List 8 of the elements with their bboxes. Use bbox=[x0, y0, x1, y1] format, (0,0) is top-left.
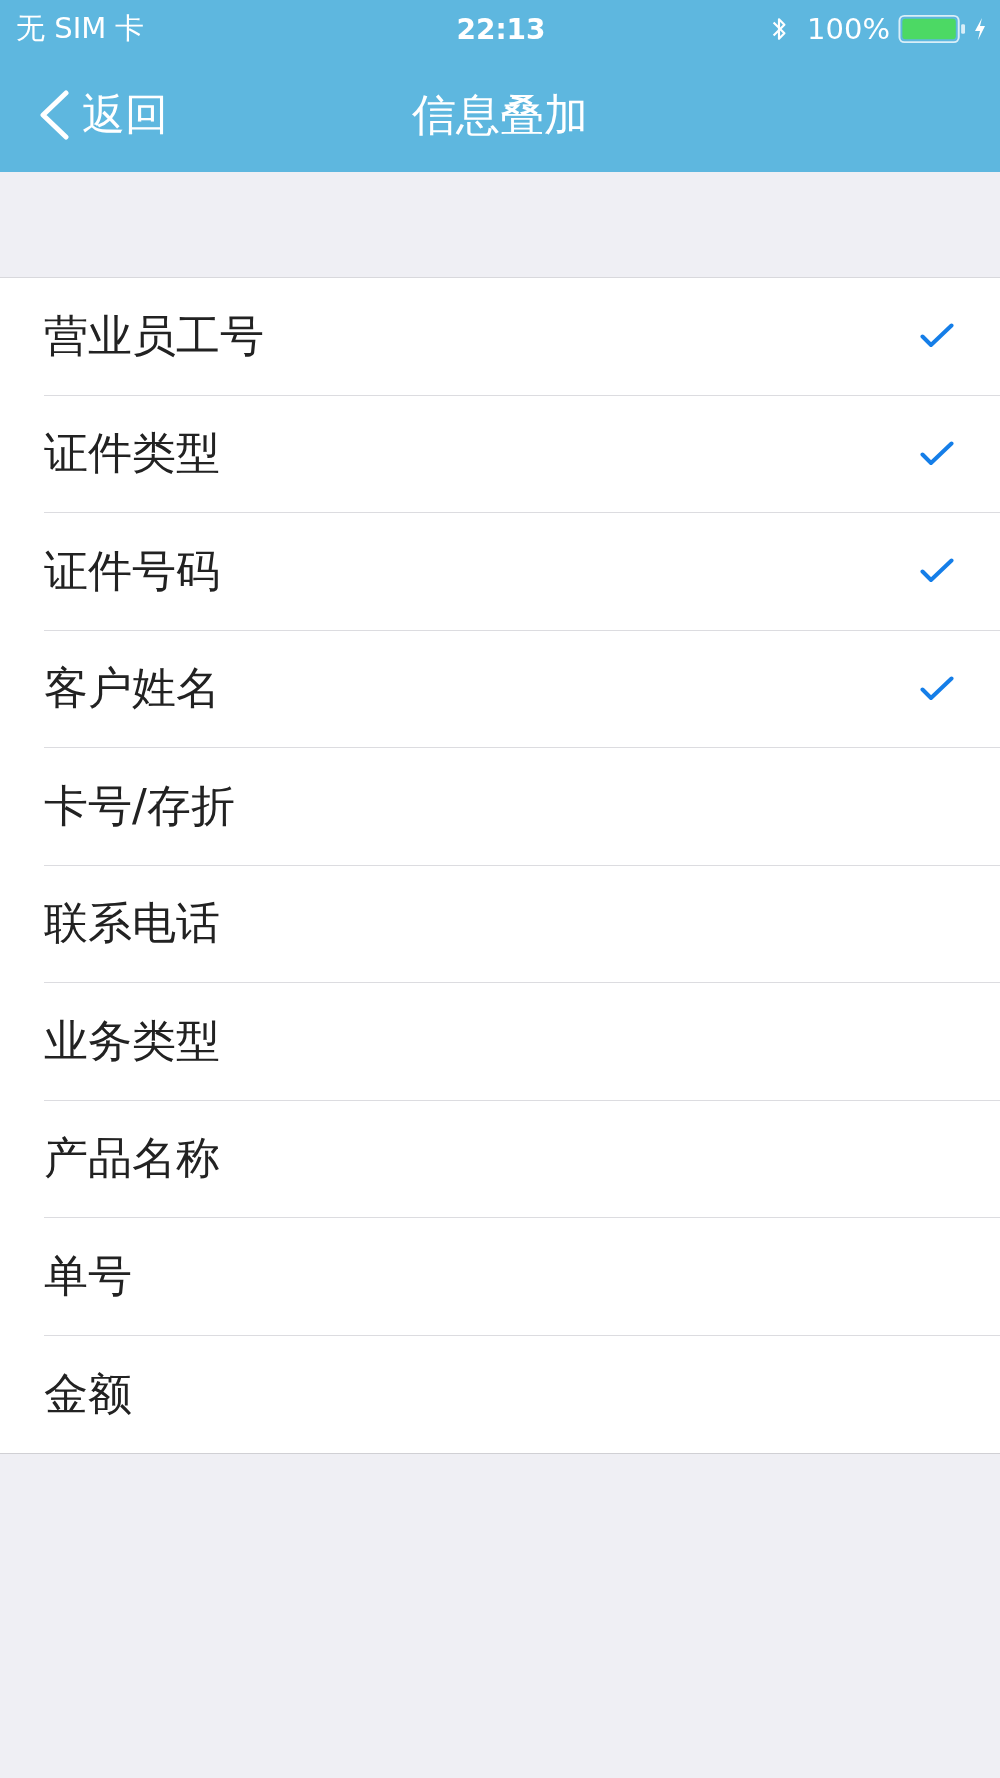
time-text: 22:13 bbox=[456, 12, 546, 46]
chevron-left-icon bbox=[38, 90, 70, 140]
battery-icon bbox=[898, 14, 966, 44]
bluetooth-icon bbox=[771, 16, 788, 42]
battery-percent-text: 100% bbox=[807, 12, 890, 46]
charging-bolt-icon bbox=[974, 18, 986, 40]
page-title: 信息叠加 bbox=[412, 87, 588, 142]
carrier-text: 无 SIM 卡 bbox=[16, 11, 145, 45]
